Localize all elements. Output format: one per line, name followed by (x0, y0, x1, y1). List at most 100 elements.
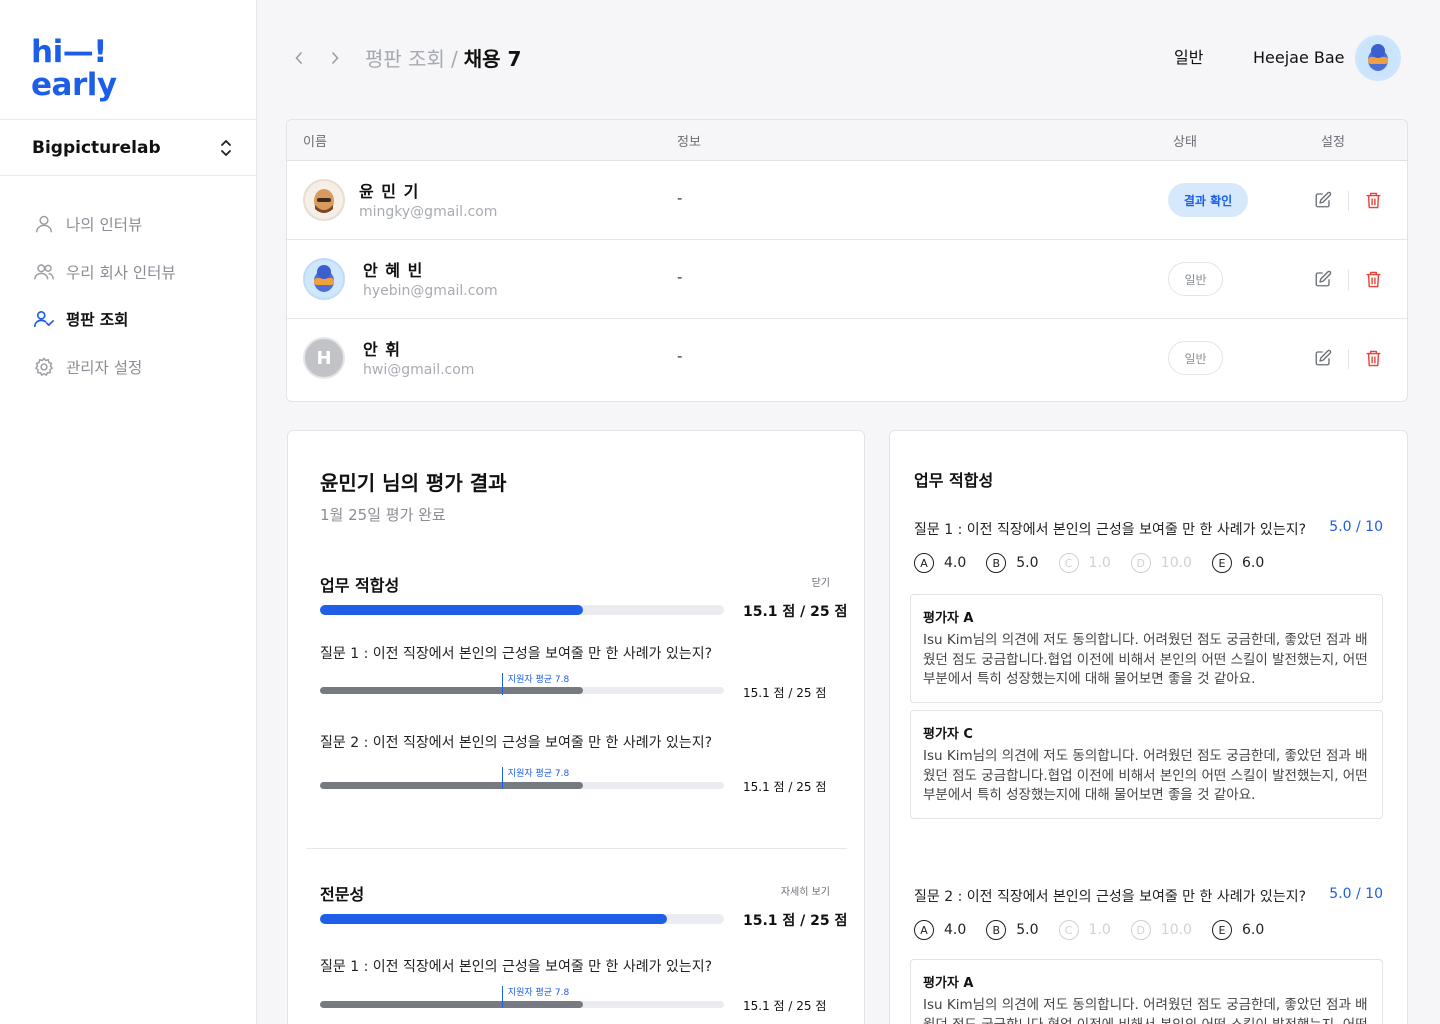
gear-icon (32, 355, 56, 379)
user-icon (32, 212, 56, 236)
comment-body: Isu Kim님의 의견에 저도 동의합니다. 어려웠던 점도 궁금한데, 좋았… (923, 748, 1368, 803)
question-text: 질문 2 : 이전 직장에서 본인의 근성을 보여줄 만 한 사례가 있는지? (320, 735, 713, 751)
evaluation-panel: 윤민기 님의 평가 결과 1월 25일 평가 완료 업무 적합성 닫기 15.1… (287, 430, 865, 1024)
table-row[interactable]: 윤 민 기 mingky@gmail.com - 결과 확인 (287, 161, 1407, 240)
trash-icon[interactable] (1365, 191, 1383, 211)
avatar-initial: H (316, 347, 332, 369)
option-b[interactable]: B 5.0 (986, 553, 1039, 573)
option-a[interactable]: A 4.0 (914, 920, 966, 940)
table-row[interactable]: 안 혜 빈 hyebin@gmail.com - 일반 (287, 240, 1407, 319)
status-badge[interactable]: 일반 (1168, 262, 1223, 296)
average-label: 지원자 평균 7.8 (507, 988, 570, 998)
sidebar-item-my-interview[interactable]: 나의 인터뷰 (32, 210, 176, 238)
chevron-up-down-icon (220, 139, 232, 157)
detail-title: 업무 적합성 (914, 471, 994, 490)
option-e[interactable]: E 6.0 (1211, 920, 1265, 940)
question-progress-bar (320, 687, 724, 694)
candidate-email: hwi@gmail.com (363, 362, 475, 378)
sidebar-divider (0, 119, 256, 120)
section-divider (306, 848, 847, 849)
logo-line-1: hi—! (31, 34, 107, 70)
section-progress-bar (320, 914, 724, 924)
section-progress-bar (320, 605, 724, 615)
avatar[interactable] (1355, 35, 1401, 81)
logo-line-2: early (31, 67, 117, 103)
edit-icon[interactable] (1314, 349, 1334, 369)
question-text: 질문 2 : 이전 직장에서 본인의 근성을 보여줄 만 한 사례가 있는지? (914, 889, 1307, 905)
collapse-link[interactable]: 닫기 (812, 574, 830, 589)
evaluation-title: 윤민기 님의 평가 결과 (320, 471, 507, 495)
option-letter: A (914, 920, 934, 940)
section-progress-fill (320, 605, 583, 615)
avatar: H (303, 337, 345, 379)
option-a[interactable]: A 4.0 (914, 553, 966, 573)
action-divider (1348, 191, 1349, 211)
trash-icon[interactable] (1365, 270, 1383, 290)
section-score: 15.1 점 / 25 점 (743, 913, 848, 929)
sidebar-item-company-interview[interactable]: 우리 회사 인터뷰 (32, 258, 176, 286)
org-switcher[interactable]: Bigpicturelab (32, 136, 232, 160)
option-d[interactable]: D 10.0 (1130, 920, 1192, 940)
table-row[interactable]: H 안 휘 hwi@gmail.com - 일반 (287, 319, 1407, 398)
comment-card: 평가자 C Isu Kim님의 의견에 저도 동의합니다. 어려웠던 점도 궁금… (910, 710, 1383, 819)
option-value: 4.0 (944, 555, 967, 571)
sidebar-item-label: 우리 회사 인터뷰 (66, 263, 176, 282)
avatar (303, 179, 345, 221)
question-score: 5.0 / 10 (1329, 886, 1383, 902)
org-name: Bigpicturelab (32, 138, 161, 158)
average-marker (501, 767, 503, 789)
sidebar-nav: 나의 인터뷰 우리 회사 인터뷰 평판 조회 관리자 설정 (32, 210, 176, 400)
brand-logo[interactable]: hi—! early (31, 36, 117, 102)
candidate-name: 안 혜 빈 (363, 261, 424, 280)
question-progress-bar (320, 1001, 724, 1008)
option-value: 6.0 (1241, 922, 1265, 938)
chevron-left-icon[interactable] (292, 48, 306, 68)
option-value: 1.0 (1088, 922, 1111, 938)
candidate-name: 안 휘 (363, 340, 402, 359)
option-d[interactable]: D 10.0 (1130, 553, 1192, 573)
user-role: 일반 (1174, 48, 1204, 67)
section-progress-fill (320, 914, 668, 924)
sidebar-item-label: 나의 인터뷰 (66, 216, 143, 234)
question-progress-bar (320, 782, 724, 789)
breadcrumb-parent[interactable]: 평판 조회 (365, 47, 445, 71)
question-progress-fill (320, 687, 583, 694)
candidate-table: 이름 정보 상태 설정 윤 민 기 mingky@gmail.com - 결과 … (286, 119, 1408, 402)
action-divider (1348, 349, 1349, 369)
comment-author: 평가자 C (923, 727, 973, 742)
user-name[interactable]: Heejae Bae (1253, 44, 1345, 72)
edit-icon[interactable] (1314, 270, 1334, 290)
option-e[interactable]: E 6.0 (1211, 553, 1264, 573)
status-badge[interactable]: 일반 (1168, 341, 1223, 375)
trash-icon[interactable] (1365, 349, 1383, 369)
question-progress-fill (320, 1001, 583, 1008)
question-score: 15.1 점 / 25 점 (743, 999, 827, 1013)
option-b[interactable]: B 5.0 (986, 920, 1039, 940)
option-letter: B (986, 553, 1007, 573)
column-header-name: 이름 (303, 135, 327, 150)
answer-options: A 4.0 B 5.0 C 1.0 D 10.0 E 6.0 (914, 553, 1284, 573)
option-letter: B (986, 920, 1007, 940)
option-letter: D (1130, 553, 1151, 573)
page-title: 채용 7 (463, 47, 522, 71)
option-c[interactable]: C 1.0 (1058, 920, 1111, 940)
section-title: 업무 적합성 (320, 576, 400, 595)
view-details-link[interactable]: 자세히 보기 (781, 883, 830, 898)
column-header-settings: 설정 (1321, 135, 1345, 150)
candidate-email: mingky@gmail.com (359, 204, 498, 220)
chevron-right-icon[interactable] (328, 48, 342, 68)
sidebar-item-admin-settings[interactable]: 관리자 설정 (32, 353, 176, 381)
edit-icon[interactable] (1314, 191, 1334, 211)
option-letter: E (1211, 920, 1232, 940)
question-progress-fill (320, 782, 583, 789)
comment-author: 평가자 A (923, 976, 974, 991)
sidebar-divider (0, 175, 256, 176)
option-value: 4.0 (944, 922, 967, 938)
sidebar-item-reputation-check[interactable]: 평판 조회 (32, 305, 176, 333)
option-value: 1.0 (1088, 555, 1111, 571)
question-text: 질문 1 : 이전 직장에서 본인의 근성을 보여줄 만 한 사례가 있는지? (320, 959, 713, 975)
question-score: 15.1 점 / 25 점 (743, 780, 827, 794)
status-badge[interactable]: 결과 확인 (1168, 183, 1248, 217)
option-c[interactable]: C 1.0 (1058, 553, 1111, 573)
option-value: 5.0 (1016, 555, 1039, 571)
